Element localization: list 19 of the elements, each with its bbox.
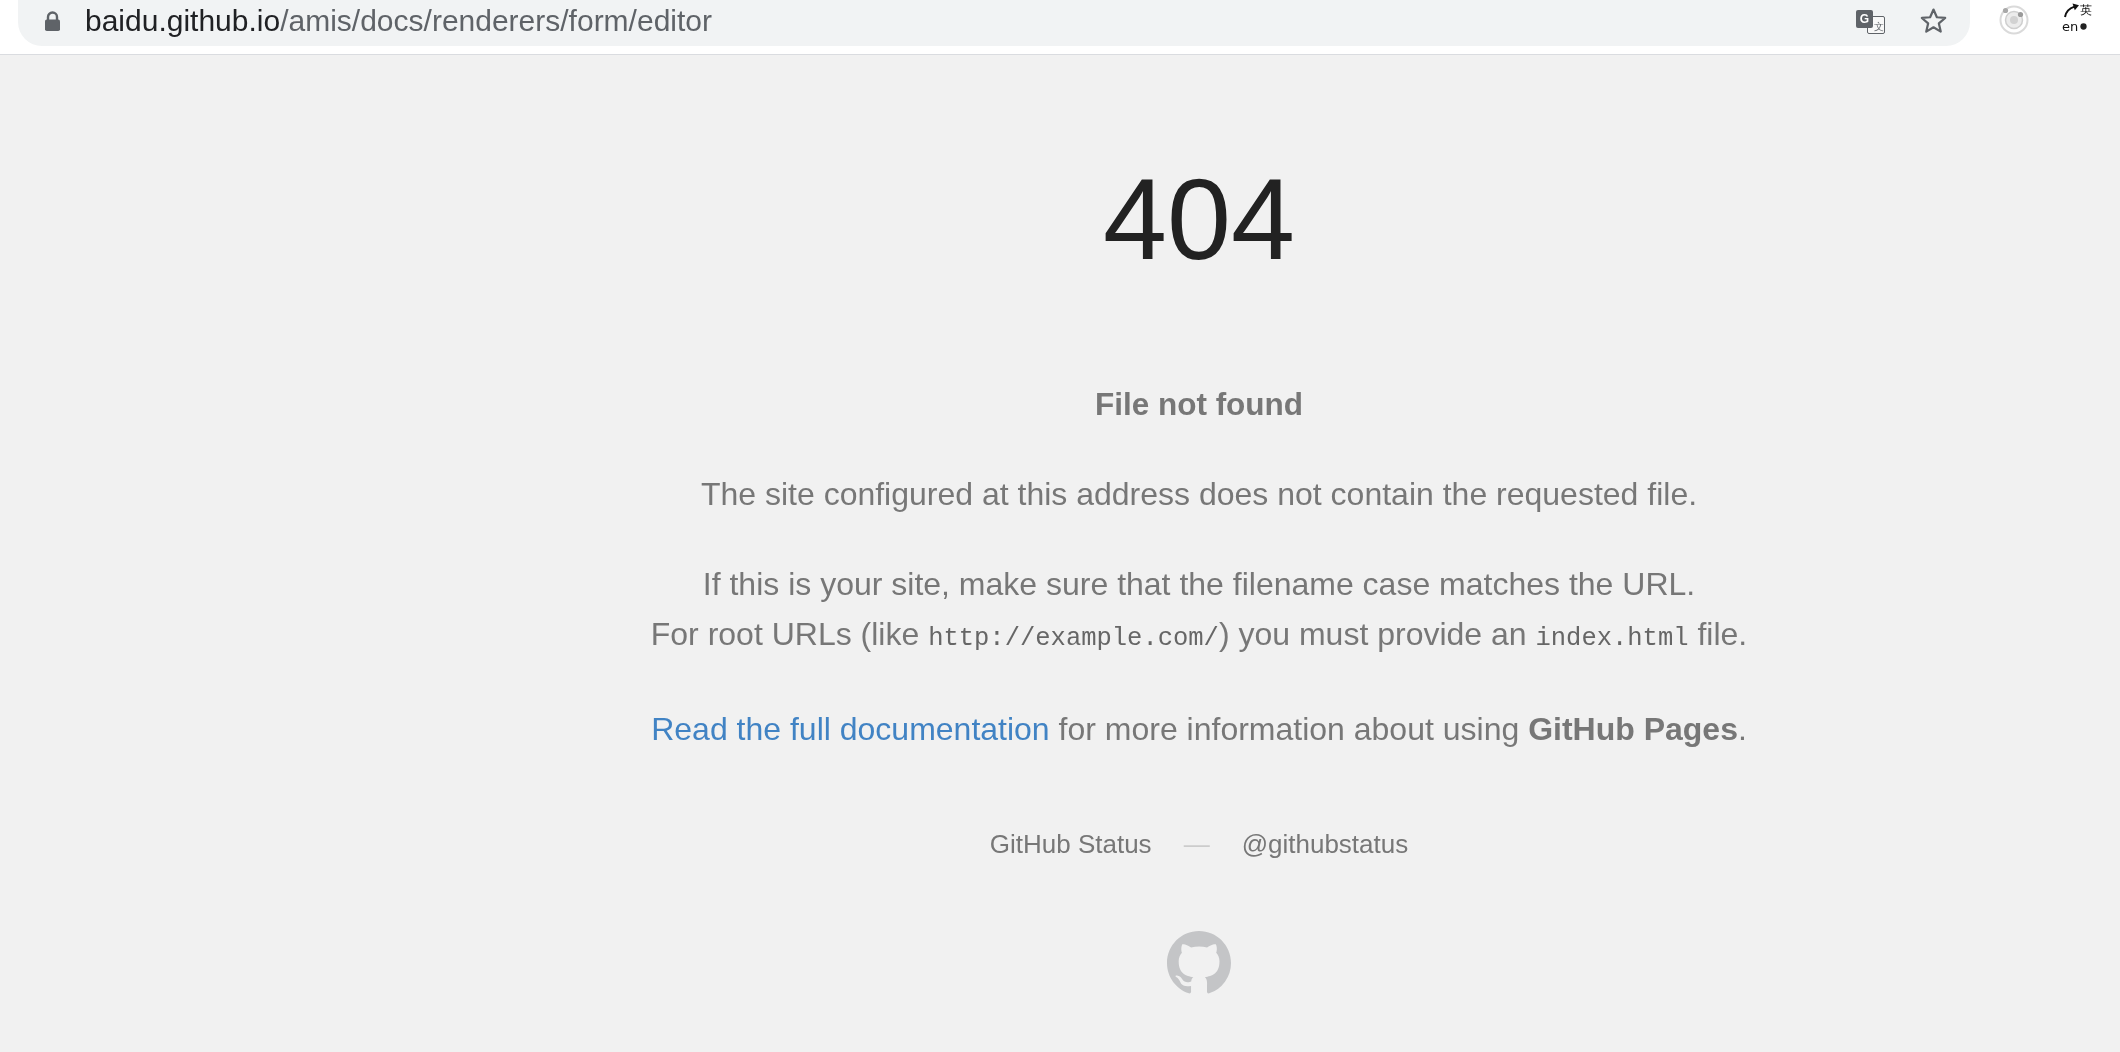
- footer-link[interactable]: GitHub Status: [989, 819, 1152, 869]
- url-text: baidu.github.io/amis/docs/renderers/form/editor: [85, 4, 712, 38]
- address-bar[interactable]: baidu.github.io/amis/docs/renderers/form/editor G 文: [18, 0, 1970, 46]
- documentation-link[interactable]: Read the full documentation: [651, 711, 1050, 747]
- cat-logo-icon[interactable]: [1167, 931, 1231, 995]
- curved-arrow-icon: [2062, 2, 2080, 18]
- rings-icon[interactable]: [1998, 4, 2030, 36]
- star-icon[interactable]: [1919, 7, 1948, 35]
- message-text: The site configured at this address does not contain the requested file.: [700, 475, 1698, 514]
- translate-button[interactable]: G 文: [1856, 10, 1885, 34]
- message-text: Read the full documentation for more information about using GitHub Pages.: [651, 710, 1747, 749]
- language-button[interactable]: 英 en: [2062, 2, 2097, 34]
- error-title: File not found: [1094, 385, 1304, 424]
- lock-icon: [44, 11, 61, 31]
- error-code: 404: [1103, 162, 1295, 277]
- footer-link[interactable]: @githubstatus: [1241, 819, 1409, 869]
- dot-icon: [2080, 22, 2087, 30]
- dash-separator: —: [1183, 828, 1210, 861]
- message-text: If this is your site, make sure that the filename case matches the URL. For root URLs (like http://example.com/) you must provide an index.html file.: [650, 565, 1748, 655]
